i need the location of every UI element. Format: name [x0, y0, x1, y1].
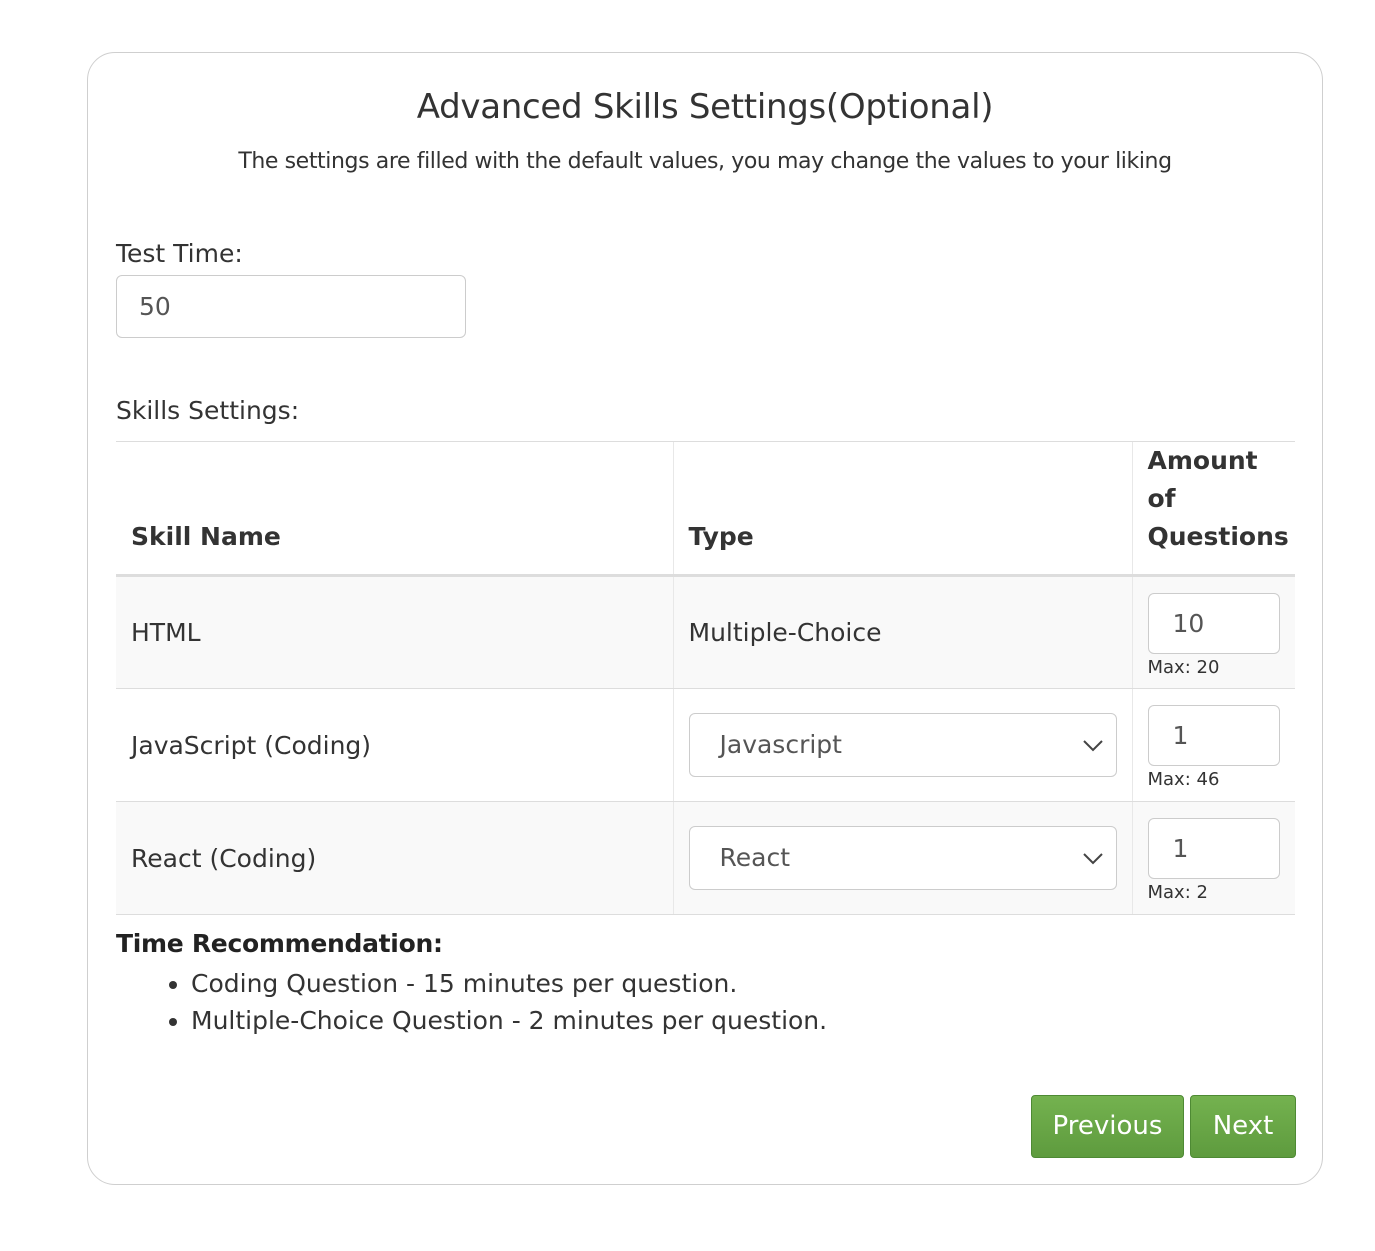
skill-type-cell: React: [672, 801, 1132, 915]
column-header-amount: Amount of Questions: [1131, 441, 1295, 577]
language-select-value: React: [719, 843, 791, 872]
amount-input[interactable]: 10: [1147, 593, 1280, 654]
skill-name-cell: HTML: [116, 575, 673, 689]
max-hint: Max: 46: [1147, 769, 1220, 790]
skill-type-cell: Multiple-Choice: [672, 575, 1132, 689]
skills-settings-label: Skills Settings:: [116, 396, 300, 425]
previous-button[interactable]: Previous: [1031, 1095, 1184, 1158]
language-select-value: Javascript: [719, 730, 842, 759]
time-recommendation-list: Coding Question - 15 minutes per questio…: [163, 965, 827, 1039]
amount-cell: 10 Max: 20: [1131, 575, 1295, 689]
page-subtitle: The settings are filled with the default…: [238, 149, 1172, 174]
amount-cell: 1 Max: 46: [1131, 688, 1295, 802]
amount-cell: 1 Max: 2: [1131, 801, 1295, 915]
language-select[interactable]: Javascript: [688, 713, 1117, 777]
language-select[interactable]: React: [688, 826, 1117, 890]
test-time-value: 50: [139, 292, 171, 321]
skill-type-cell: Javascript: [672, 688, 1132, 802]
test-time-label: Test Time:: [116, 239, 243, 268]
amount-input[interactable]: 1: [1147, 818, 1280, 879]
max-hint: Max: 20: [1147, 657, 1220, 678]
table-row: HTML Multiple-Choice 10 Max: 20: [116, 575, 1295, 689]
amount-input[interactable]: 1: [1147, 705, 1280, 766]
table-row: React (Coding) React 1 Max: 2: [116, 801, 1295, 915]
skill-name-cell: JavaScript (Coding): [116, 688, 673, 802]
page-title: Advanced Skills Settings(Optional): [416, 87, 994, 127]
list-item: Multiple-Choice Question - 2 minutes per…: [191, 1002, 827, 1039]
chevron-down-icon: [1082, 853, 1103, 865]
skill-name-cell: React (Coding): [116, 801, 673, 915]
column-header-skill-name: Skill Name: [116, 441, 673, 577]
list-item: Coding Question - 15 minutes per questio…: [191, 965, 827, 1002]
max-hint: Max: 2: [1147, 882, 1208, 903]
table-header-row: Skill Name Type Amount of Questions: [116, 441, 1295, 577]
chevron-down-icon: [1082, 740, 1103, 752]
column-header-type: Type: [672, 441, 1132, 577]
next-button[interactable]: Next: [1190, 1095, 1296, 1158]
settings-card: Advanced Skills Settings(Optional) The s…: [87, 52, 1323, 1185]
table-row: JavaScript (Coding) Javascript 1 Max: 46: [116, 688, 1295, 802]
time-recommendation-title: Time Recommendation:: [116, 929, 443, 958]
skills-table: Skill Name Type Amount of Questions HTML…: [116, 441, 1295, 915]
test-time-input[interactable]: 50: [116, 275, 466, 338]
